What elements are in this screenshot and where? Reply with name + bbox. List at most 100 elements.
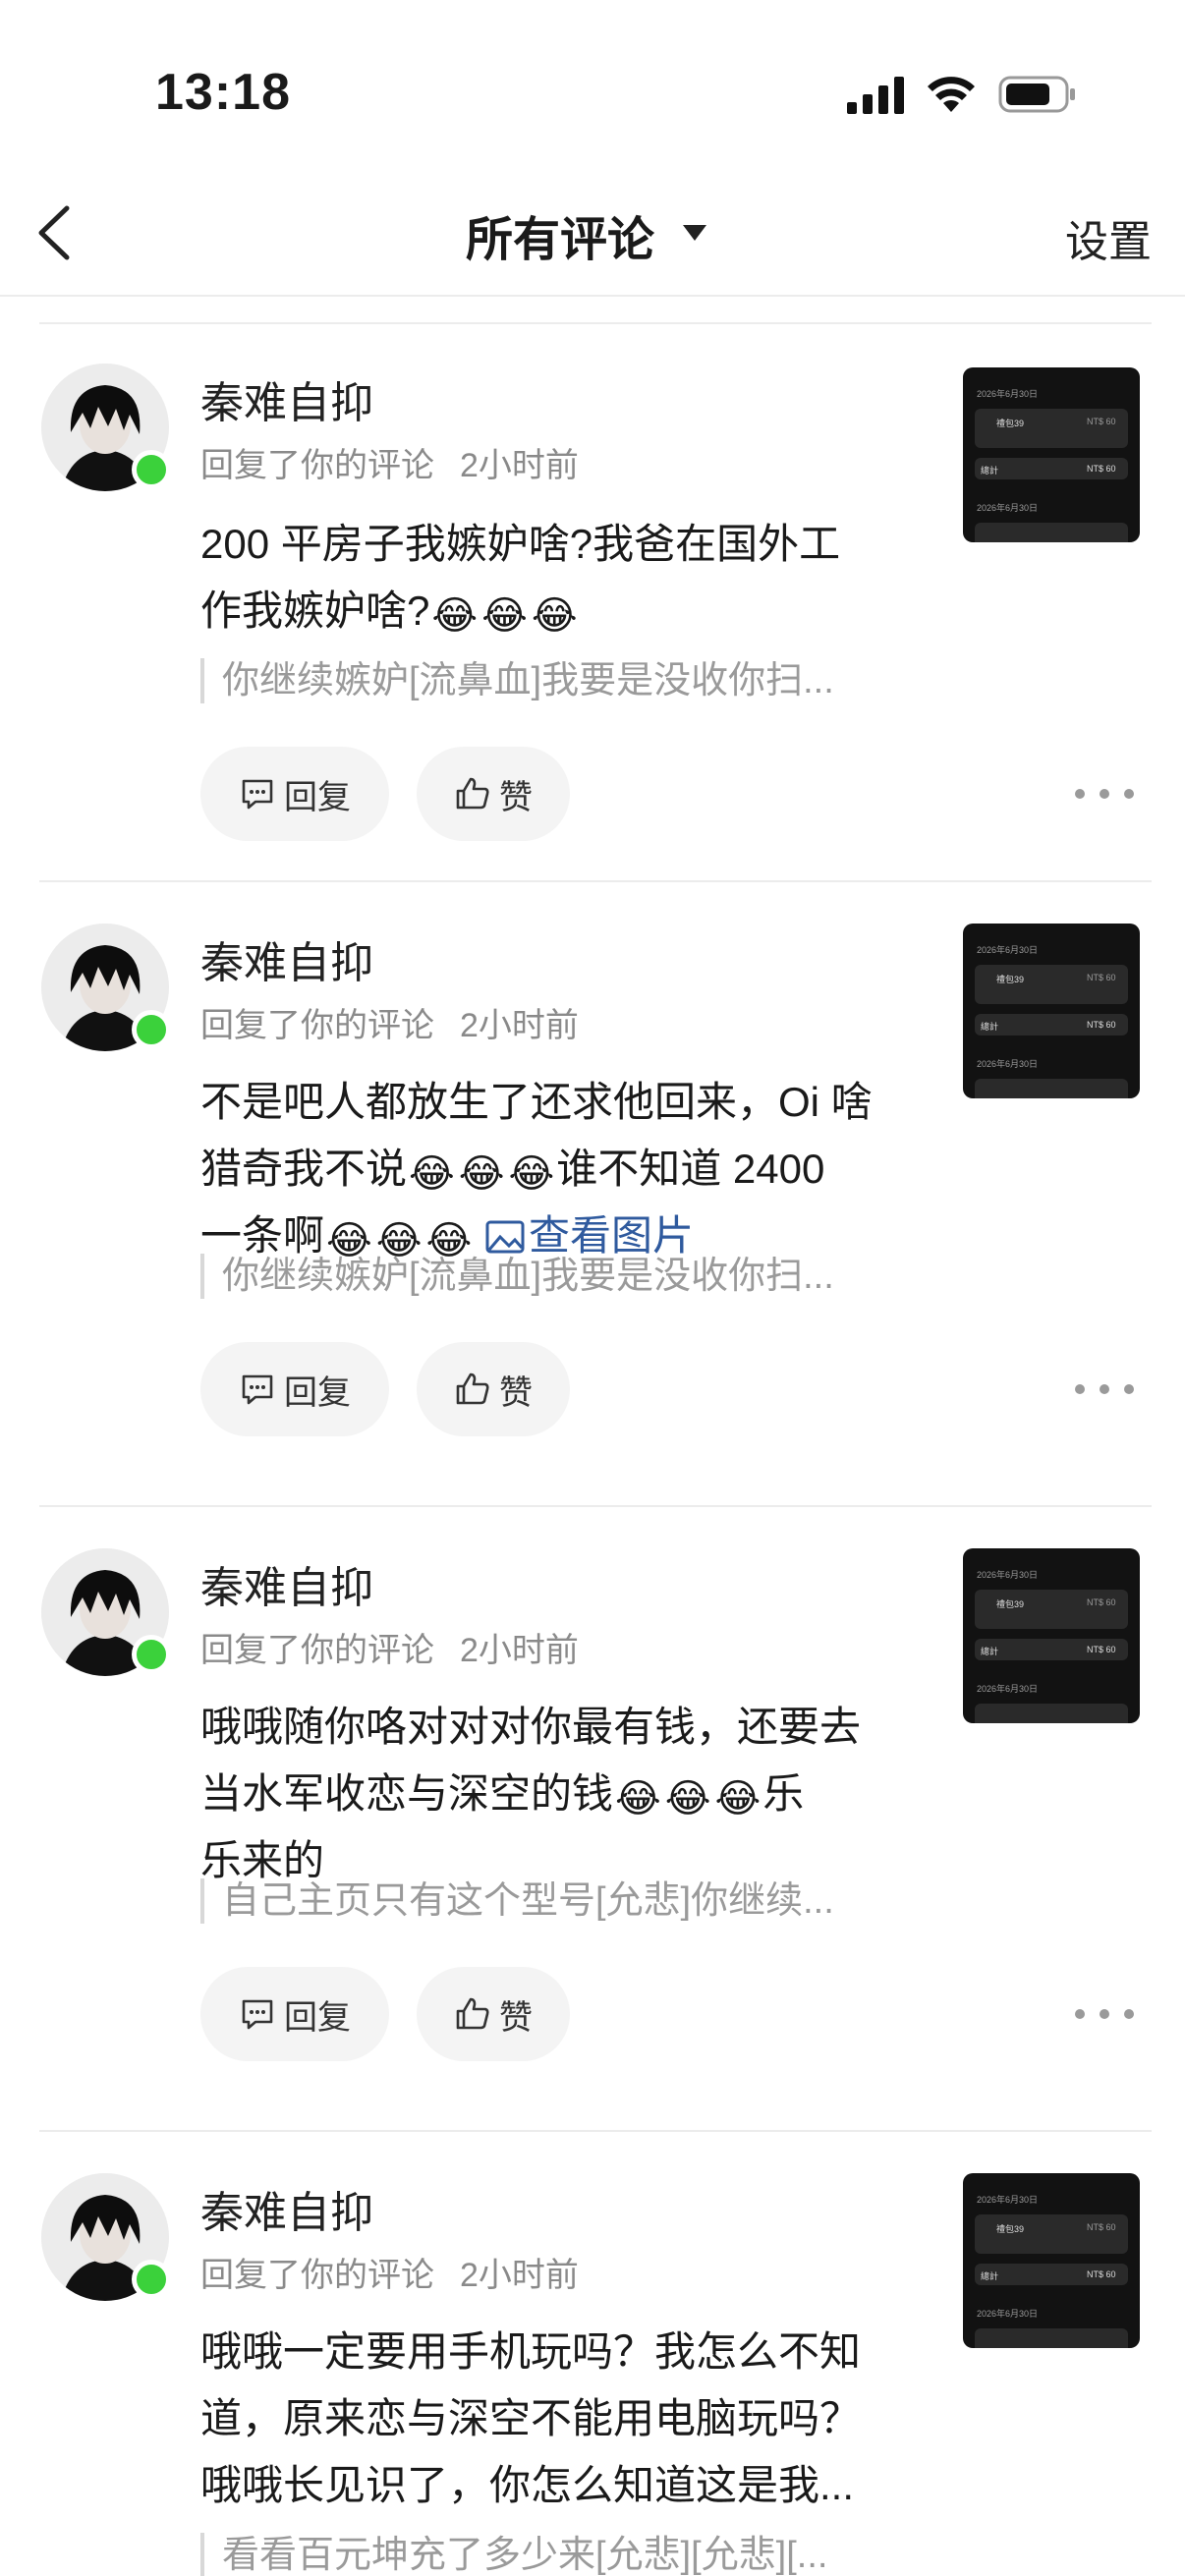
more-options-icon[interactable] <box>1075 774 1134 813</box>
timestamp: 2小时前 <box>460 447 579 484</box>
comment-line-text: 作我嫉妒啥? <box>200 588 430 634</box>
laughing-tears-emoji-icon: 😂 <box>481 594 528 638</box>
thumbnail-text: 禮包39 <box>996 975 1025 984</box>
comment-meta: 回复了你的评论 2小时前 <box>200 1623 579 1671</box>
comment-text[interactable]: 不是吧人都放生了还求他回来，Oi 啥 猎奇我不说😂 😂 😂谁不知道 2400 一条啊… <box>200 1069 908 1269</box>
view-image-link[interactable]: 查看图片 <box>485 1212 694 1259</box>
avatar[interactable] <box>41 1548 171 1676</box>
thumbnail-text: NT$ 60 <box>1087 1020 1116 1030</box>
comment-line: 哦哦长见识了，你怎么知道这是我... <box>200 2462 855 2508</box>
referenced-post-thumbnail[interactable]: 2026年6月30日 禮包39 NT$ 60 總計 NT$ 60 2026年6月… <box>963 1548 1140 1723</box>
timestamp: 2小时前 <box>460 1632 579 1669</box>
user-name[interactable]: 秦难自抑 <box>200 2177 373 2240</box>
thumbnail-text: NT$ 60 <box>1087 973 1116 982</box>
thumbnail-text: 禮包39 <box>996 2224 1025 2234</box>
quoted-comment[interactable]: 你继续嫉妒[流鼻血]我要是没收你扫... <box>200 658 908 703</box>
laughing-tears-emoji-icon: 😂 <box>664 1777 711 1820</box>
caret-down-icon[interactable] <box>682 224 707 242</box>
thumbnail-text: 總計 <box>981 1647 999 1656</box>
comment-line-text: 猎奇我不说 <box>200 1146 408 1192</box>
thumbnail-text: 2026年6月30日 <box>977 1059 1039 1069</box>
comment-line: 哦哦一定要用手机玩吗？我怎么不知 <box>200 2328 862 2375</box>
battery-icon <box>998 76 1075 113</box>
like-label: 赞 <box>499 1373 533 1412</box>
comment-line: 道，原来恋与深空不能用电脑玩吗？ <box>200 2395 862 2441</box>
like-button[interactable]: 赞 <box>417 1967 570 2061</box>
reply-label: 回复 <box>284 1998 351 2037</box>
thumbnail-text: NT$ 60 <box>1087 2269 1116 2279</box>
comment-text[interactable]: 200 平房子我嫉妒啥?我爸在国外工 作我嫉妒啥?😂 😂 😂 <box>200 511 908 644</box>
avatar[interactable] <box>41 364 171 491</box>
reply-button[interactable]: 回复 <box>200 1342 389 1436</box>
reply-button[interactable]: 回复 <box>200 747 389 841</box>
cellular-signal-icon <box>847 77 904 114</box>
referenced-post-thumbnail[interactable]: 2026年6月30日 禮包39 NT$ 60 總計 NT$ 60 2026年6月… <box>963 367 1140 542</box>
comment-icon <box>242 1999 273 2030</box>
page-title[interactable]: 所有评论 <box>466 200 654 269</box>
comment-meta: 回复了你的评论 2小时前 <box>200 998 579 1046</box>
comment-text[interactable]: 哦哦一定要用手机玩吗？我怎么不知 道，原来恋与深空不能用电脑玩吗？ 哦哦长见识了… <box>200 2319 908 2519</box>
divider <box>39 322 1152 324</box>
status-time: 13:18 <box>155 64 291 121</box>
user-name[interactable]: 秦难自抑 <box>200 367 373 430</box>
thumbnail-text: 2026年6月30日 <box>977 1684 1039 1694</box>
comment-line: 作我嫉妒啥?😂 😂 😂 <box>200 578 908 644</box>
thumbnail-text: 2026年6月30日 <box>977 389 1039 399</box>
comment-icon <box>242 1374 273 1405</box>
thumbnail-row <box>975 523 1128 542</box>
comment-line: 哦哦随你咯对对对你最有钱，还要去 <box>200 1704 862 1750</box>
comment-line-text: 一条啊 <box>200 1212 325 1259</box>
thumbnail-text: NT$ 60 <box>1087 2222 1116 2232</box>
action-text: 回复了你的评论 <box>200 1632 434 1669</box>
comment-meta: 回复了你的评论 2小时前 <box>200 2248 579 2296</box>
thumbnail-text: 禮包39 <box>996 419 1025 428</box>
thumbnail-text: 2026年6月30日 <box>977 1570 1039 1580</box>
like-button[interactable]: 赞 <box>417 747 570 841</box>
reply-label: 回复 <box>284 778 351 816</box>
online-status-dot <box>132 2260 171 2299</box>
online-status-dot <box>132 1010 171 1049</box>
settings-button[interactable]: 设置 <box>1065 206 1152 269</box>
thumbnail-text: NT$ 60 <box>1087 1597 1116 1607</box>
more-options-icon[interactable] <box>1075 1994 1134 2034</box>
thumbnail-text: 禮包39 <box>996 1599 1025 1609</box>
comment-line: 猎奇我不说😂 😂 😂谁不知道 2400 <box>200 1136 908 1203</box>
referenced-post-thumbnail[interactable]: 2026年6月30日 禮包39 NT$ 60 總計 NT$ 60 2026年6月… <box>963 924 1140 1098</box>
comment-line-text: 谁不知道 2400 <box>556 1146 825 1192</box>
thumbs-up-icon <box>456 1372 489 1405</box>
quoted-comment[interactable]: 自己主页只有这个型号[允悲]你继续... <box>200 1878 908 1924</box>
thumbnail-text: 總計 <box>981 1022 999 1032</box>
thumbs-up-icon <box>456 777 489 810</box>
thumbnail-row <box>975 1704 1128 1723</box>
thumbnail-text: 2026年6月30日 <box>977 2309 1039 2319</box>
more-options-icon[interactable] <box>1075 1370 1134 1409</box>
divider <box>39 2130 1152 2132</box>
comment-text[interactable]: 哦哦随你咯对对对你最有钱，还要去 当水军收恋与深空的钱😂 😂 😂乐 乐来的 <box>200 1694 908 1894</box>
thumbnail-text: 2026年6月30日 <box>977 503 1039 513</box>
action-text: 回复了你的评论 <box>200 447 434 484</box>
like-label: 赞 <box>499 1998 533 2037</box>
reply-button[interactable]: 回复 <box>200 1967 389 2061</box>
avatar[interactable] <box>41 2173 171 2301</box>
user-name[interactable]: 秦难自抑 <box>200 1552 373 1615</box>
quoted-comment[interactable]: 看看百元坤充了多少来[允悲][允悲][... <box>200 2533 908 2576</box>
image-icon <box>485 1220 525 1254</box>
thumbnail-row <box>975 1079 1128 1098</box>
avatar[interactable] <box>41 924 171 1051</box>
reply-label: 回复 <box>284 1373 351 1412</box>
back-arrow-icon[interactable] <box>29 198 88 267</box>
laughing-tears-emoji-icon: 😂 <box>714 1777 762 1820</box>
laughing-tears-emoji-icon: 😂 <box>615 1777 661 1820</box>
thumbnail-text: 2026年6月30日 <box>977 2195 1039 2205</box>
quoted-comment[interactable]: 你继续嫉妒[流鼻血]我要是没收你扫... <box>200 1254 908 1299</box>
referenced-post-thumbnail[interactable]: 2026年6月30日 禮包39 NT$ 60 總計 NT$ 60 2026年6月… <box>963 2173 1140 2348</box>
comment-line: 当水军收恋与深空的钱😂 😂 😂乐 <box>200 1761 908 1827</box>
thumbnail-text: 2026年6月30日 <box>977 945 1039 955</box>
user-name[interactable]: 秦难自抑 <box>200 927 373 990</box>
online-status-dot <box>132 1635 171 1674</box>
like-button[interactable]: 赞 <box>417 1342 570 1436</box>
thumbnail-row <box>975 2328 1128 2348</box>
laughing-tears-emoji-icon: 😂 <box>431 594 479 638</box>
thumbnail-text: NT$ 60 <box>1087 417 1116 426</box>
thumbs-up-icon <box>456 1997 489 2030</box>
